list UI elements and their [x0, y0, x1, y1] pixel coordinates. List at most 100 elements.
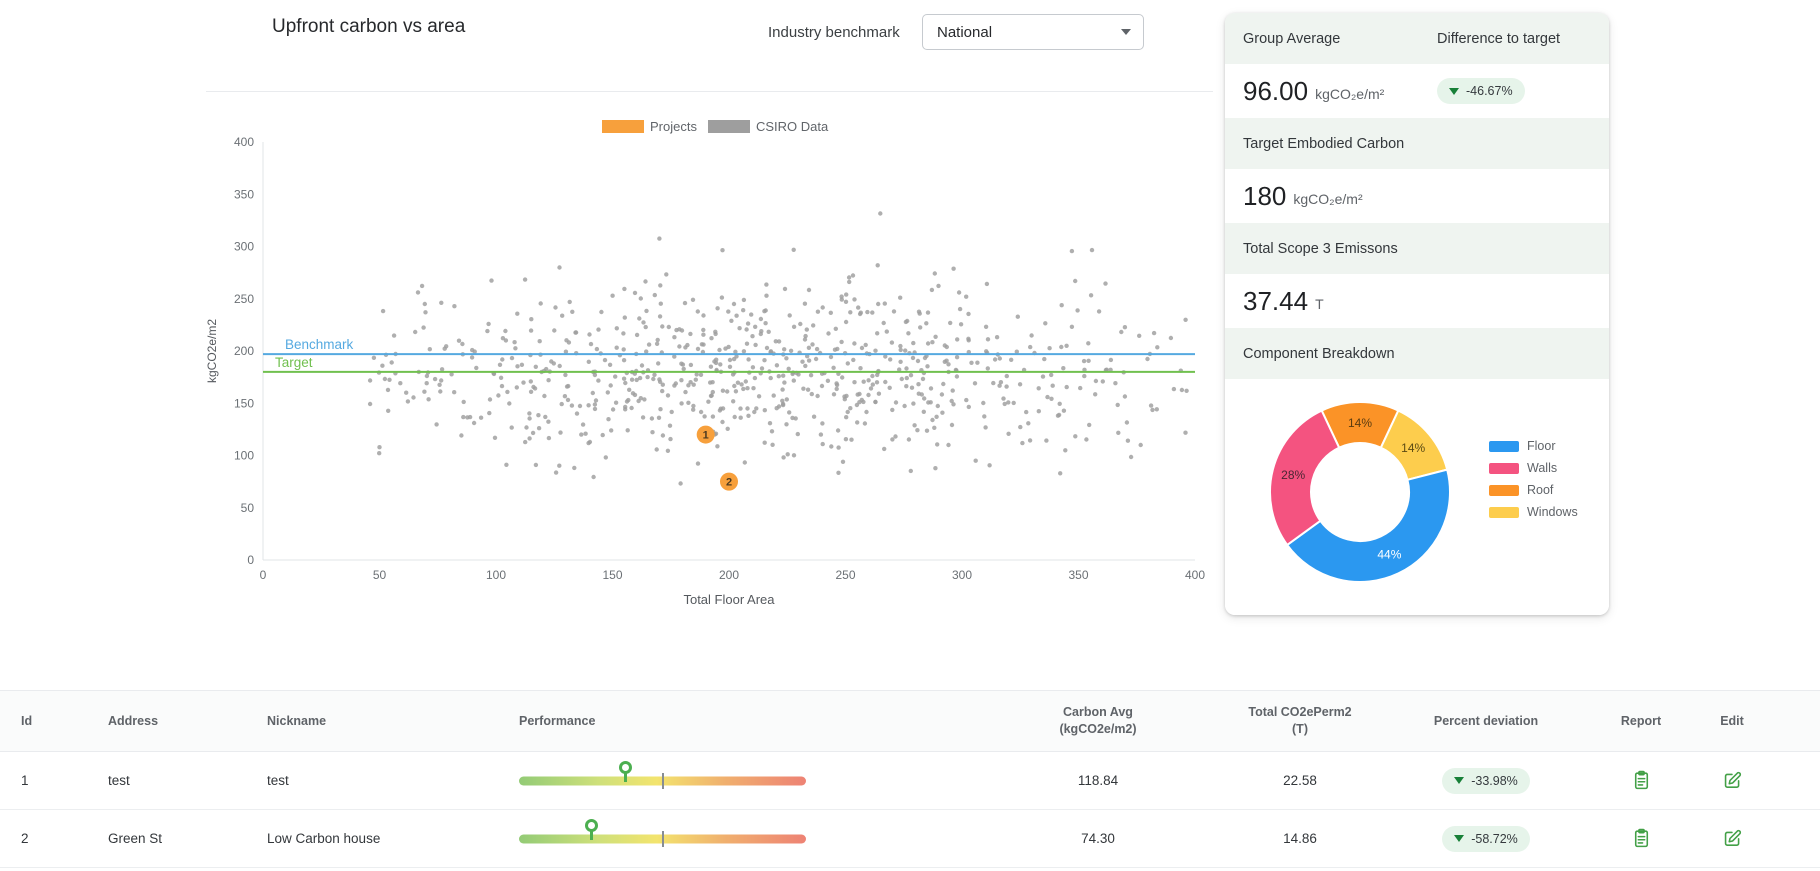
projects-table: Id Address Nickname Performance Carbon A… [0, 690, 1820, 868]
cell-performance [519, 760, 978, 801]
svg-text:14%: 14% [1401, 441, 1425, 455]
svg-text:150: 150 [602, 568, 622, 582]
table-header-row: Id Address Nickname Performance Carbon A… [0, 690, 1820, 752]
target-embodied-value: 180 [1243, 180, 1287, 211]
cell-report [1590, 828, 1692, 849]
table-row: 1 test test 118.84 22.58 -33.98% [0, 752, 1820, 810]
svg-text:Benchmark: Benchmark [285, 337, 354, 352]
component-breakdown-chart-area: 14% 14% 44% 28% Floor Walls Roof Windows [1225, 379, 1609, 615]
legend-label: Windows [1527, 505, 1578, 519]
cell-address: test [108, 773, 130, 788]
edit-icon[interactable] [1722, 770, 1743, 791]
cell-nickname: test [267, 773, 289, 788]
summary-card: Group Average Difference to target 96.00… [1225, 13, 1609, 615]
header-edit: Edit [1720, 714, 1744, 728]
cell-nickname: Low Carbon house [267, 831, 381, 846]
legend-item-windows: Windows [1489, 505, 1578, 519]
svg-text:200: 200 [234, 344, 254, 358]
group-average-row: 96.00 kgCO₂e/m² -46.67% [1225, 64, 1609, 118]
legend-item-walls: Walls [1489, 461, 1578, 475]
header-performance: Performance [519, 714, 596, 728]
svg-text:50: 50 [373, 568, 387, 582]
svg-text:14%: 14% [1348, 416, 1372, 430]
cell-carbon-avg: 74.30 [1081, 831, 1115, 846]
header-nickname: Nickname [267, 714, 327, 728]
deviation-badge: -58.72% [1442, 825, 1530, 852]
svg-text:250: 250 [835, 568, 855, 582]
page-title: Upfront carbon vs area [272, 16, 466, 37]
header-report: Report [1620, 714, 1662, 728]
difference-badge-value: -46.67% [1466, 84, 1513, 98]
benchmark-select[interactable]: National [922, 14, 1144, 50]
pin-circle [618, 760, 632, 774]
roof-swatch-icon [1489, 484, 1519, 496]
pin-stem [589, 830, 593, 840]
scope3-unit: T [1315, 296, 1324, 312]
cell-id: 1 [21, 773, 29, 788]
svg-text:400: 400 [1185, 568, 1205, 582]
table-row: 2 Green St Low Carbon house 74.30 14.86 -58.7… [0, 810, 1820, 868]
legend-item-roof: Roof [1489, 483, 1578, 497]
windows-swatch-icon [1489, 506, 1519, 518]
edit-icon[interactable] [1722, 828, 1743, 849]
svg-text:350: 350 [1068, 568, 1088, 582]
header-total-co2e-line1: Total CO2ePerm2 [1248, 705, 1352, 720]
target-embodied-unit: kgCO₂e/m² [1293, 191, 1363, 207]
chevron-down-icon [1121, 29, 1131, 35]
performance-midpoint-tick [662, 772, 664, 789]
benchmark-select-value: National [937, 23, 993, 41]
target-embodied-header: Target Embodied Carbon [1225, 118, 1609, 169]
table-body: 1 test test 118.84 22.58 -33.98% 2 Green St Low … [0, 752, 1820, 868]
svg-text:100: 100 [234, 449, 254, 463]
pin-circle [584, 818, 598, 832]
cell-performance [519, 818, 978, 859]
cell-percent-deviation: -33.98% [1382, 767, 1590, 794]
scatter-chart: 0 50 100 150 200 250 300 350 400 0 50 100 150 200 250 3… [205, 119, 1205, 607]
header-carbon-avg: Carbon Avg (kgCO2e/m2) [978, 704, 1218, 738]
scope3-row: 37.44 T [1225, 274, 1609, 328]
scope3-header: Total Scope 3 Emissons [1225, 223, 1609, 274]
cell-address: Green St [108, 831, 163, 846]
group-average-header: Group Average Difference to target [1225, 13, 1609, 64]
header-divider [206, 91, 1213, 92]
svg-text:0: 0 [260, 568, 267, 582]
cell-edit [1692, 770, 1772, 791]
svg-text:100: 100 [486, 568, 506, 582]
header-percent-deviation: Percent deviation [1433, 714, 1539, 728]
report-icon[interactable] [1631, 828, 1652, 849]
target-embodied-row: 180 kgCO₂e/m² [1225, 169, 1609, 223]
svg-text:kgCO2e/m2: kgCO2e/m2 [205, 319, 219, 383]
donut-legend: Floor Walls Roof Windows [1489, 439, 1578, 527]
cell-report [1590, 770, 1692, 791]
svg-text:2: 2 [726, 477, 732, 489]
cell-edit [1692, 828, 1772, 849]
component-breakdown-header: Component Breakdown [1225, 328, 1609, 379]
legend-item-floor: Floor [1489, 439, 1578, 453]
legend-label: Floor [1527, 439, 1556, 453]
svg-text:150: 150 [234, 396, 254, 410]
cell-total-co2e: 14.86 [1283, 831, 1317, 846]
industry-benchmark-label: Industry benchmark [768, 24, 900, 41]
deviation-badge-value: -33.98% [1471, 773, 1518, 788]
header-address: Address [108, 714, 159, 728]
svg-text:0: 0 [247, 553, 254, 567]
performance-slider [519, 760, 806, 801]
dashboard-page: Upfront carbon vs area Industry benchmar… [0, 0, 1820, 871]
triangle-down-icon [1454, 835, 1465, 842]
svg-text:400: 400 [234, 135, 254, 149]
triangle-down-icon [1449, 87, 1459, 95]
svg-text:350: 350 [234, 187, 254, 201]
cell-total-co2e: 22.58 [1283, 773, 1317, 788]
report-icon[interactable] [1631, 770, 1652, 791]
svg-text:Target: Target [275, 355, 313, 370]
triangle-down-icon [1454, 777, 1465, 784]
legend-label: Walls [1527, 461, 1558, 475]
cell-percent-deviation: -58.72% [1382, 825, 1590, 852]
header-total-co2e: Total CO2ePerm2 (T) [1218, 704, 1382, 738]
deviation-badge: -33.98% [1442, 767, 1530, 794]
svg-text:Projects: Projects [650, 119, 697, 134]
group-average-value: 96.00 [1243, 75, 1309, 106]
svg-text:300: 300 [234, 240, 254, 254]
performance-slider [519, 818, 806, 859]
svg-text:Total Floor Area: Total Floor Area [683, 592, 775, 607]
